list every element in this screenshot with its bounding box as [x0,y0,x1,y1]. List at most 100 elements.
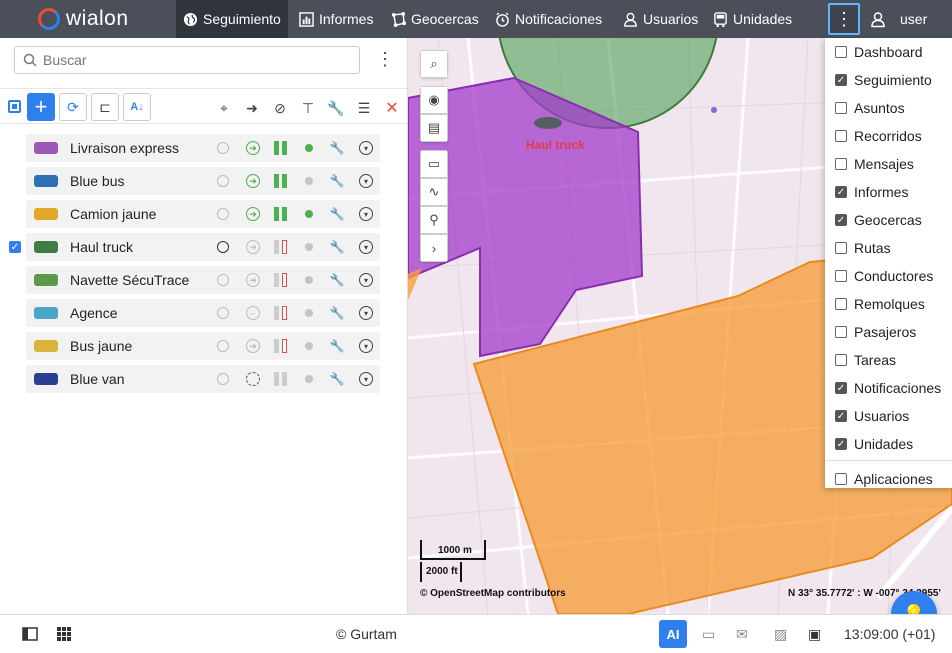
chevron-down-icon[interactable]: ▾ [359,306,373,320]
unit-row[interactable]: Camion jaune ➜ 🔧 ▾ [0,200,408,228]
wrench-icon[interactable]: 🔧 [330,207,345,221]
module-item-mensajes[interactable]: Mensajes [825,150,952,178]
more-modules-button[interactable]: ⋮ [828,3,860,35]
image-icon[interactable]: ▨ [774,624,787,644]
locate-icon[interactable] [216,207,230,221]
search-input[interactable] [43,52,343,68]
locate-all-icon[interactable]: ⌖ [215,99,233,117]
nav-informes[interactable]: Informes [292,0,380,38]
sensor-bars-icon[interactable] [273,306,287,320]
wrench-icon[interactable]: 🔧 [330,174,345,188]
wrench-icon[interactable]: 🔧 [330,141,345,155]
unit-item[interactable]: Navette SécuTrace ➜ 🔧 ▾ [26,266,380,294]
unit-item[interactable]: Camion jaune ➜ 🔧 ▾ [26,200,380,228]
wrench-icon[interactable]: 🔧 [330,240,345,254]
route-icon[interactable]: ∿ [420,178,448,206]
module-item-informes[interactable]: ✓ Informes [825,178,952,206]
sensor-bars-icon[interactable] [273,339,287,353]
sensor-bars-icon[interactable] [273,141,287,155]
locate-icon[interactable] [216,240,230,254]
locate-icon[interactable] [216,141,230,155]
pins-icon[interactable]: ⚲ [420,206,448,234]
refresh-button[interactable]: ⟳ [59,93,87,121]
command-icon[interactable]: ➜ [246,339,260,353]
unit-checkbox[interactable] [9,373,21,385]
module-checkbox[interactable] [835,326,847,338]
module-checkbox[interactable]: ✓ [835,214,847,226]
module-item-rutas[interactable]: Rutas [825,234,952,262]
sort-button[interactable]: A↓ [123,93,151,121]
unit-map-label[interactable]: Haul truck [526,138,585,152]
unit-item[interactable]: Agence – 🔧 ▾ [26,299,380,327]
wrench-icon[interactable]: 🔧 [330,372,345,386]
locate-icon[interactable] [216,174,230,188]
unit-checkbox[interactable] [9,340,21,352]
command-icon[interactable]: – [246,306,260,320]
unit-checkbox[interactable]: ✓ [9,241,21,253]
command-icon[interactable]: ➜ [246,174,260,188]
chevron-down-icon[interactable]: ▾ [359,372,373,386]
locate-icon[interactable] [216,273,230,287]
mail-icon[interactable]: ✉ [736,624,748,644]
messages-icon[interactable]: ▭ [702,624,715,644]
command-icon[interactable] [246,372,260,386]
wialon-logo[interactable]: wialon [38,7,129,31]
chevron-down-icon[interactable]: ▾ [359,339,373,353]
nav-seguimiento[interactable]: Seguimiento [176,0,288,38]
module-item-remolques[interactable]: Remolques [825,290,952,318]
module-item-seguimiento[interactable]: ✓ Seguimiento [825,66,952,94]
unit-item[interactable]: Livraison express ➜ 🔧 ▾ [26,134,380,162]
unit-row[interactable]: Blue bus ➜ 🔧 ▾ [0,167,408,195]
sensor-bars-icon[interactable] [273,372,287,386]
module-item-dashboard[interactable]: Dashboard [825,38,952,66]
chevron-down-icon[interactable]: ▾ [359,207,373,221]
module-item-aplicaciones[interactable]: Aplicaciones [825,465,952,493]
wrench-icon[interactable]: 🔧 [330,306,345,320]
nav-usuarios[interactable]: Usuarios [616,0,705,38]
map-search-icon[interactable]: ⌕ [420,50,448,78]
unit-checkbox[interactable] [9,307,21,319]
sensor-bars-icon[interactable] [273,273,287,287]
send-command-icon[interactable]: ➜ [243,99,261,117]
command-icon[interactable]: ➜ [246,141,260,155]
unit-row[interactable]: ✓ Haul truck ➜ 🔧 ▾ [0,233,408,261]
user-menu[interactable]: user [870,0,927,38]
wrench-icon[interactable]: 🔧 [327,99,345,117]
module-item-recorridos[interactable]: Recorridos [825,122,952,150]
locate-icon[interactable] [216,306,230,320]
module-item-usuarios[interactable]: ✓ Usuarios [825,402,952,430]
sensor-bars-icon[interactable] [273,207,287,221]
sensor-bars-icon[interactable] [273,240,287,254]
nav-geocercas[interactable]: Geocercas [384,0,486,38]
unit-row[interactable]: Navette SécuTrace ➜ 🔧 ▾ [0,266,408,294]
ai-assistant-button[interactable]: AI [659,620,687,648]
chevron-down-icon[interactable]: ▾ [359,174,373,188]
chevron-down-icon[interactable]: ▾ [359,141,373,155]
wrench-icon[interactable]: 🔧 [330,339,345,353]
module-checkbox[interactable] [835,354,847,366]
locate-icon[interactable] [216,339,230,353]
locate-icon[interactable] [216,372,230,386]
module-item-geocercas[interactable]: ✓ Geocercas [825,206,952,234]
unit-row[interactable]: Agence – 🔧 ▾ [0,299,408,327]
module-checkbox[interactable]: ✓ [835,74,847,86]
tree-view-button[interactable]: ⊏ [91,93,119,121]
module-checkbox[interactable] [835,130,847,142]
add-unit-button[interactable]: + [27,93,55,121]
module-item-asuntos[interactable]: Asuntos [825,94,952,122]
card-icon[interactable]: ▣ [808,624,821,644]
unit-item[interactable]: Blue bus ➜ 🔧 ▾ [26,167,380,195]
module-item-tareas[interactable]: Tareas [825,346,952,374]
close-icon[interactable]: ✕ [383,99,401,117]
clipboard-icon[interactable]: ☰ [355,99,373,117]
module-item-notificaciones[interactable]: ✓ Notificaciones [825,374,952,402]
module-checkbox[interactable] [835,473,847,485]
map-layers-icon[interactable]: ▤ [420,114,448,142]
chevron-down-icon[interactable]: ▾ [359,240,373,254]
module-checkbox[interactable]: ✓ [835,186,847,198]
unit-row[interactable]: Bus jaune ➜ 🔧 ▾ [0,332,408,360]
map-attribution[interactable]: © OpenStreetMap contributors [420,588,566,599]
ruler-icon[interactable]: ▭ [420,150,448,178]
unit-row[interactable]: Blue van 🔧 ▾ [0,365,408,393]
unit-item[interactable]: Bus jaune ➜ 🔧 ▾ [26,332,380,360]
